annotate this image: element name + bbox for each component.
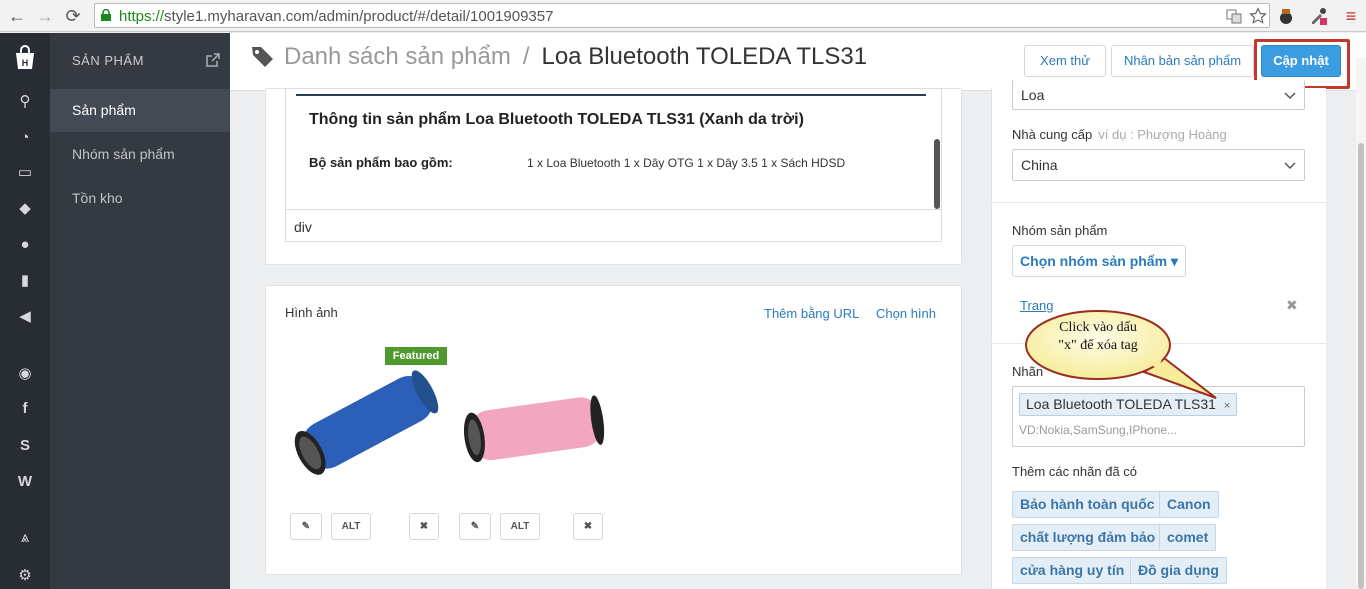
vendor-value: China [1021,157,1058,173]
description-heading: Thông tin sản phẩm Loa Bluetooth TOLEDA … [309,111,804,128]
alt-button[interactable]: ALT [331,513,371,540]
images-title: Hình ảnh [285,305,338,320]
existing-tags-label: Thêm các nhãn đã có [1012,464,1138,479]
duplicate-button[interactable]: Nhân bản sản phẩm [1111,45,1254,77]
chevron-down-icon [1284,92,1296,100]
add-by-url-link[interactable]: Thêm bằng URL [764,306,859,321]
editor-rule [296,94,926,96]
bundle-label: Bộ sản phẩm bao gồm: [309,155,453,170]
breadcrumb: Danh sách sản phẩm / Loa Bluetooth TOLED… [250,43,867,71]
product-type-select[interactable]: Loa [1012,80,1305,110]
icon-rail: H ⚲ ◔ ▭ ◆ ● ▮ ◀ ◉ f S W ⩓ ⚙ [0,33,50,589]
facebook-icon[interactable]: f [16,400,34,418]
haravan-logo-icon[interactable]: H [12,45,38,71]
wordpress-icon[interactable]: W [16,473,34,491]
divider [991,202,1326,203]
existing-tag[interactable]: Canon [1159,491,1219,518]
breadcrumb-separator: / [522,43,530,70]
product-image-blue[interactable] [282,360,447,485]
tags-placeholder: VD:Nokia,SamSung,IPhone... [1019,423,1178,437]
existing-tag[interactable]: comet [1159,524,1217,551]
section-title: SẢN PHẨM [72,53,144,68]
editor-scrollbar[interactable] [934,139,940,209]
tag-icon[interactable]: ◆ [16,200,34,218]
product-image-pink[interactable] [460,390,608,470]
svg-text:H: H [22,58,29,68]
delete-image-button[interactable]: ✖ [409,513,439,540]
vendor-select[interactable]: China [1012,149,1305,181]
vendor-label: Nhà cung cấp ví dụ : Phượng Hoàng [1012,127,1227,142]
extension-icon[interactable] [1276,6,1296,26]
forward-icon[interactable]: → [34,5,56,27]
url-text: https://style1.myharavan.com/admin/produ… [119,8,554,25]
remove-collection-icon[interactable]: ✖ [1286,297,1298,314]
menu-icon[interactable]: ≡ [1340,5,1362,27]
menu-item-products[interactable]: Sản phẩm [50,89,230,132]
edit-image-button[interactable]: ✎ [290,513,322,540]
collection-label: Nhóm sản phẩm [1012,223,1108,238]
apps-icon[interactable]: ⩓ [16,529,34,547]
megaphone-icon[interactable]: ◀ [16,308,34,326]
vendor-hint: ví dụ : Phượng Hoàng [1098,127,1227,142]
choose-collection-button[interactable]: Chọn nhóm sản phẩm ▾ [1012,245,1186,277]
featured-badge: Featured [385,347,447,365]
existing-tag[interactable]: Đồ gia dụng [1130,557,1227,584]
reload-icon[interactable]: ⟳ [62,5,84,27]
eyedropper-icon[interactable] [1308,6,1328,26]
remove-tag-icon[interactable]: × [1224,400,1230,412]
scrollbar-thumb[interactable] [1358,143,1364,589]
product-type-value: Loa [1021,87,1045,103]
existing-tag[interactable]: cửa hàng uy tín [1012,557,1133,584]
back-icon[interactable]: ← [6,5,28,27]
edit-image-button-2[interactable]: ✎ [459,513,491,540]
description-editor[interactable]: Thông tin sản phẩm Loa Bluetooth TOLEDA … [285,88,942,242]
inbox-icon[interactable]: ▭ [16,164,34,182]
globe-icon[interactable]: ◉ [16,365,34,383]
store-icon[interactable]: S [16,437,34,455]
menu-item-collections[interactable]: Nhóm sản phẩm [50,133,230,176]
element-path: div [286,209,941,241]
users-icon[interactable]: ● [16,236,34,254]
translate-icon[interactable] [1225,7,1243,25]
breadcrumb-parent[interactable]: Danh sách sản phẩm [284,43,511,71]
external-link-icon[interactable] [206,53,220,67]
dashboard-icon[interactable]: ◔ [16,129,34,147]
browser-toolbar: ← → ⟳ https://style1.myharavan.com/admin… [0,0,1366,32]
preview-button[interactable]: Xem thử [1024,45,1106,77]
existing-tag[interactable]: chất lượng đảm bảo [1012,524,1164,551]
choose-image-link[interactable]: Chọn hình [876,306,936,321]
bundle-value: 1 x Loa Bluetooth 1 x Dây OTG 1 x Dây 3.… [527,156,846,170]
page-scrollbar[interactable] [1356,58,1366,589]
chevron-down-icon [1284,162,1296,170]
search-icon[interactable]: ⚲ [16,93,34,111]
delete-image-button-2[interactable]: ✖ [573,513,603,540]
menu-item-inventory[interactable]: Tồn kho [50,177,230,220]
alt-button-2[interactable]: ALT [500,513,540,540]
section-menu: SẢN PHẨM Sản phẩm Nhóm sản phẩm Tồn kho [50,33,230,589]
page-title: Loa Bluetooth TOLEDA TLS31 [541,43,868,70]
reports-icon[interactable]: ▮ [16,272,34,290]
address-bar[interactable]: https://style1.myharavan.com/admin/produ… [94,3,1270,28]
tags-icon [252,47,273,67]
settings-icon[interactable]: ⚙ [16,567,34,585]
existing-tag[interactable]: Bảo hành toàn quốc [1012,491,1163,518]
star-icon[interactable] [1249,7,1267,25]
lock-icon [101,9,111,21]
callout-text: Click vào dấu "x" để xóa tag [1058,320,1138,353]
